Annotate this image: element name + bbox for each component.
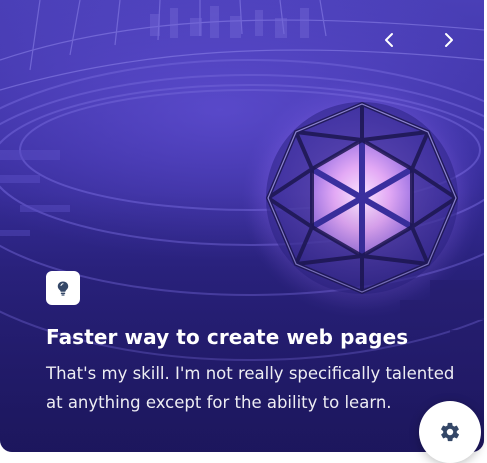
feature-icon-badge — [46, 271, 80, 305]
chevron-right-icon — [445, 33, 453, 47]
lightbulb-icon — [57, 281, 69, 296]
settings-button[interactable] — [419, 401, 481, 463]
carousel-prev-button[interactable] — [376, 26, 404, 54]
carousel-next-button[interactable] — [434, 26, 462, 54]
gear-icon — [441, 422, 460, 442]
card-description: That's my skill. I'm not really specific… — [46, 364, 455, 412]
card-title: Faster way to create web pages — [46, 325, 409, 349]
hero-card: Faster way to create web pages That's my… — [0, 0, 484, 452]
chevron-left-icon — [385, 33, 393, 47]
